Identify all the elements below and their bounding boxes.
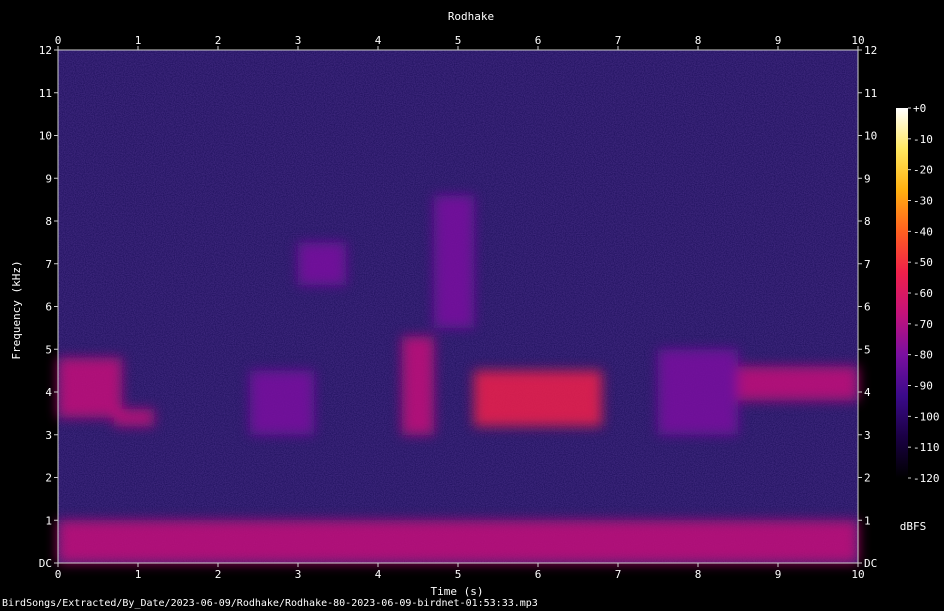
energy-region-7: [658, 349, 738, 435]
energy-region-2: [250, 370, 314, 435]
colorbar-tick-label-9: -90: [913, 380, 933, 393]
colorbar-tick-label-2: -20: [913, 164, 933, 177]
y-tick-label-left-6: 6: [45, 301, 52, 314]
x-tick-label-bottom-7: 7: [615, 568, 622, 581]
colorbar-label: dBFS: [900, 520, 927, 533]
colorbar-tick-label-11: -110: [913, 441, 940, 454]
colorbar-ticks: +0 -10 -20 -30 -40 -50 -60 -70 -80 -90 -100 -110 -12…: [908, 102, 940, 485]
spectrogram-figure: Rodhake 001122334455667788991010DC DC1 12 2…: [10, 10, 940, 598]
x-tick-label-top-10: 10: [851, 34, 864, 47]
colorbar-tick-label-3: -30: [913, 195, 933, 208]
y-tick-label-right-9: 9: [864, 172, 871, 185]
x-tick-label-bottom-9: 9: [775, 568, 782, 581]
colorbar-tick-label-1: -10: [913, 133, 933, 146]
x-tick-label-top-8: 8: [695, 34, 702, 47]
colorbar-tick-label-7: -70: [913, 318, 933, 331]
x-tick-label-top-6: 6: [535, 34, 542, 47]
plot-area: [57, 49, 859, 564]
x-tick-label-bottom-0: 0: [55, 568, 62, 581]
colorbar-tick-label-5: -50: [913, 256, 933, 269]
file-path: BirdSongs/Extracted/By_Date/2023-06-09/R…: [2, 598, 538, 609]
colorbar-tick-label-8: -80: [913, 349, 933, 362]
energy-region-6: [474, 370, 602, 427]
energy-region-5: [434, 195, 474, 328]
x-tick-label-bottom-6: 6: [535, 568, 542, 581]
y-tick-label-left-1: 1: [45, 514, 52, 527]
y-tick-label-left-4: 4: [45, 386, 52, 399]
y-tick-label-left-11: 11: [39, 87, 52, 100]
energy-region-0: [58, 357, 122, 418]
y-tick-label-right-DC: DC: [864, 557, 877, 570]
energy-region-1: [114, 409, 154, 427]
y-tick-label-right-4: 4: [864, 386, 871, 399]
y-tick-label-right-1: 1: [864, 514, 871, 527]
y-axis-label: Frequency (kHz): [10, 260, 23, 359]
x-tick-label-top-7: 7: [615, 34, 622, 47]
y-tick-label-right-10: 10: [864, 130, 877, 143]
y-tick-label-right-5: 5: [864, 343, 871, 356]
colorbar-tick-label-0: +0: [913, 102, 926, 115]
energy-region-8: [738, 366, 858, 401]
y-tick-label-right-3: 3: [864, 429, 871, 442]
colorbar-tick-label-10: -100: [913, 410, 940, 423]
y-tick-label-left-9: 9: [45, 172, 52, 185]
colorbar-tick-label-12: -120: [913, 472, 940, 485]
x-tick-label-top-0: 0: [55, 34, 62, 47]
x-tick-label-bottom-4: 4: [375, 568, 382, 581]
x-tick-label-top-9: 9: [775, 34, 782, 47]
x-tick-label-bottom-2: 2: [215, 568, 222, 581]
chart-title: Rodhake: [448, 10, 494, 23]
energy-region-4: [402, 336, 434, 435]
x-tick-label-bottom-5: 5: [455, 568, 462, 581]
y-tick-label-right-8: 8: [864, 215, 871, 228]
x-tick-label-bottom-8: 8: [695, 568, 702, 581]
x-axis-label: Time (s): [431, 585, 484, 598]
colorbar-tick-label-6: -60: [913, 287, 933, 300]
y-tick-label-right-2: 2: [864, 472, 871, 485]
colorbar-tick-label-4: -40: [913, 225, 933, 238]
y-tick-label-right-12: 12: [864, 44, 877, 57]
y-tick-label-left-10: 10: [39, 130, 52, 143]
y-tick-label-left-5: 5: [45, 343, 52, 356]
y-tick-label-right-7: 7: [864, 258, 871, 271]
x-tick-label-top-5: 5: [455, 34, 462, 47]
y-tick-label-right-6: 6: [864, 301, 871, 314]
y-tick-label-left-12: 12: [39, 44, 52, 57]
x-tick-label-top-1: 1: [135, 34, 142, 47]
y-tick-label-left-7: 7: [45, 258, 52, 271]
y-tick-label-left-DC: DC: [39, 557, 52, 570]
x-tick-label-top-3: 3: [295, 34, 302, 47]
y-tick-label-left-3: 3: [45, 429, 52, 442]
energy-region-9: [58, 520, 858, 563]
y-tick-label-left-8: 8: [45, 215, 52, 228]
x-tick-label-top-4: 4: [375, 34, 382, 47]
x-tick-label-top-2: 2: [215, 34, 222, 47]
x-tick-label-bottom-10: 10: [851, 568, 864, 581]
colorbar: +0 -10 -20 -30 -40 -50 -60 -70 -80 -90 -100 -110 -12…: [896, 102, 940, 533]
y-tick-label-left-2: 2: [45, 472, 52, 485]
colorbar-scale: [896, 108, 908, 478]
x-tick-label-bottom-1: 1: [135, 568, 142, 581]
x-tick-label-bottom-3: 3: [295, 568, 302, 581]
y-tick-label-right-11: 11: [864, 87, 877, 100]
energy-region-3: [298, 242, 346, 286]
